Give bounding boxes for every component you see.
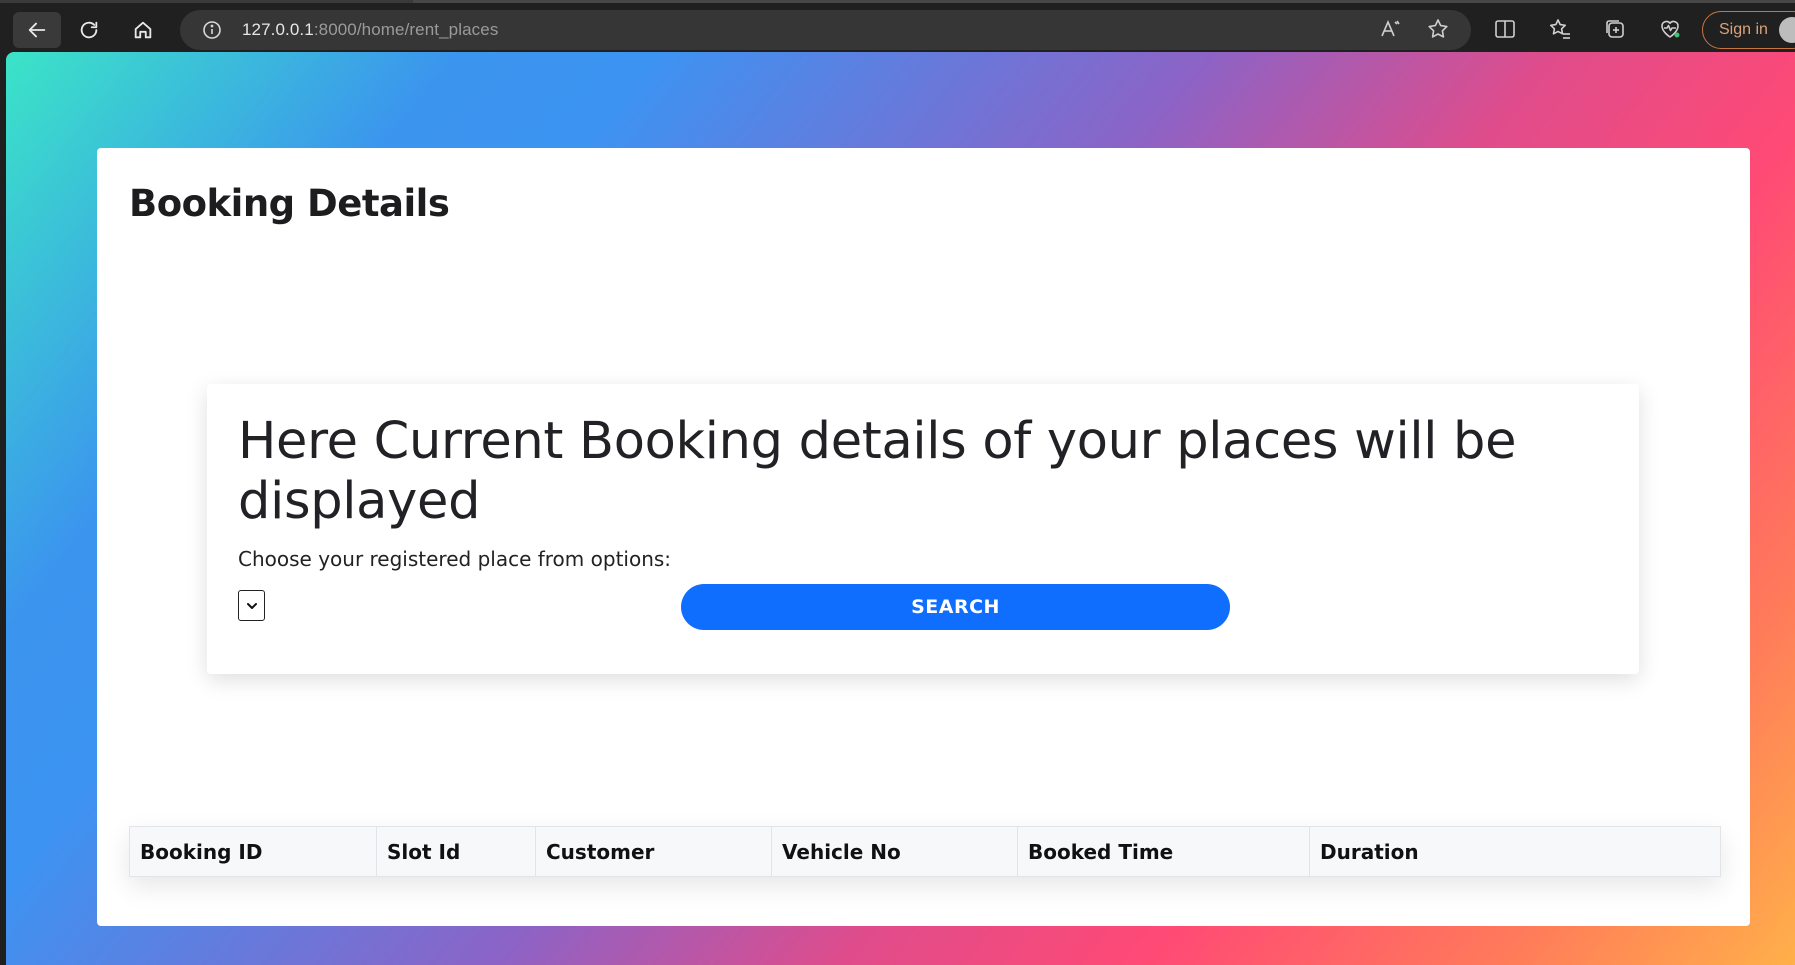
- bookings-table: Booking ID Slot Id Customer Vehicle No B…: [129, 826, 1721, 877]
- arrow-left-icon: [28, 22, 46, 38]
- panel-heading: Here Current Booking details of your pla…: [238, 412, 1517, 531]
- sign-in-button[interactable]: Sign in: [1702, 11, 1795, 49]
- bookings-table-wrap: Booking ID Slot Id Customer Vehicle No B…: [129, 826, 1721, 877]
- avatar: [1779, 17, 1795, 43]
- chevron-down-icon: [246, 602, 257, 609]
- address-bar[interactable]: 127.0.0.1:8000/home/rent_places: [180, 10, 1471, 50]
- collections-icon[interactable]: [1603, 17, 1627, 41]
- url-text[interactable]: 127.0.0.1:8000/home/rent_places: [242, 20, 498, 40]
- url-path: :8000/home/rent_places: [313, 20, 499, 39]
- browser-toolbar: 127.0.0.1:8000/home/rent_places Sign in: [0, 0, 1795, 52]
- search-panel: Here Current Booking details of your pla…: [207, 384, 1639, 674]
- header-slot-id: Slot Id: [376, 826, 536, 877]
- header-booking-id: Booking ID: [129, 826, 377, 877]
- info-icon[interactable]: [202, 20, 222, 40]
- search-button[interactable]: SEARCH: [681, 584, 1230, 630]
- header-booked-time: Booked Time: [1017, 826, 1310, 877]
- place-select[interactable]: [238, 590, 265, 621]
- refresh-icon: [80, 21, 98, 39]
- refresh-button[interactable]: [68, 12, 110, 48]
- choose-place-label: Choose your registered place from option…: [238, 547, 672, 571]
- header-vehicle-no: Vehicle No: [771, 826, 1018, 877]
- home-icon: [134, 21, 152, 39]
- split-screen-icon[interactable]: [1493, 17, 1517, 41]
- page-viewport: Booking Details Here Current Booking det…: [6, 52, 1795, 965]
- favorite-star-icon[interactable]: [1426, 17, 1450, 41]
- url-host: 127.0.0.1: [242, 20, 314, 39]
- tab-strip: [413, 0, 1795, 3]
- favorites-icon[interactable]: [1548, 17, 1572, 41]
- page-title: Booking Details: [129, 182, 450, 225]
- booking-card: Booking Details Here Current Booking det…: [97, 148, 1750, 926]
- table-header-row: Booking ID Slot Id Customer Vehicle No B…: [129, 826, 1721, 877]
- browser-essentials-icon[interactable]: [1658, 17, 1682, 41]
- header-customer: Customer: [535, 826, 772, 877]
- header-duration: Duration: [1309, 826, 1721, 877]
- read-aloud-icon[interactable]: [1378, 17, 1402, 41]
- home-button[interactable]: [122, 12, 164, 48]
- sign-in-label: Sign in: [1719, 21, 1768, 38]
- back-button[interactable]: [13, 12, 61, 48]
